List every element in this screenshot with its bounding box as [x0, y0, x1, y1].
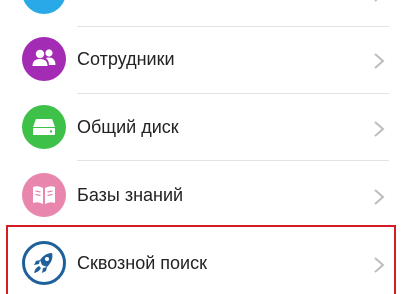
menu-item-top-partial[interactable] [0, 0, 403, 26]
menu-item-global-search[interactable]: Сквозной поиск [0, 230, 403, 294]
people-icon [22, 37, 66, 81]
divider [77, 160, 389, 161]
chevron-right-icon [374, 257, 385, 273]
menu-item-knowledge-bases[interactable]: Базы знаний [0, 162, 403, 229]
menu-item-label: Общий диск [77, 117, 179, 137]
chevron-right-icon [374, 53, 385, 69]
book-icon [22, 173, 66, 217]
rocket-icon [22, 241, 66, 285]
chevron-right-icon [374, 0, 378, 2]
menu-item-label: Сквозной поиск [77, 253, 207, 273]
menu-item-shared-drive[interactable]: Общий диск [0, 94, 403, 161]
drive-icon [22, 105, 66, 149]
menu-item-employees[interactable]: Сотрудники [0, 26, 403, 93]
menu-item-label: Сотрудники [77, 49, 175, 69]
blue-app-icon [22, 0, 66, 14]
menu-item-label: Базы знаний [77, 185, 184, 205]
chevron-right-icon [374, 189, 385, 205]
menu-list: Сотрудники Общий диск Базы знаний Сквозн… [0, 0, 403, 294]
chevron-right-icon [374, 121, 385, 137]
